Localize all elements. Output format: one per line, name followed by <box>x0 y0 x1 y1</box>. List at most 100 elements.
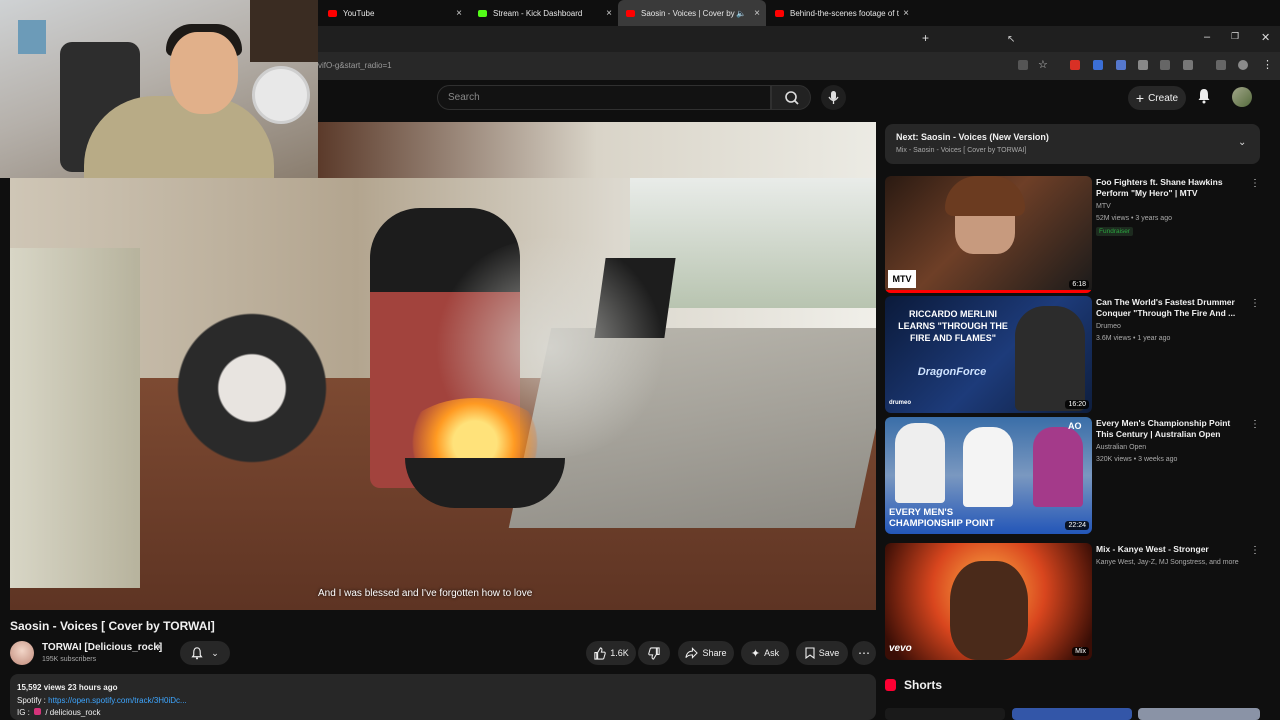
like-button[interactable]: 1.6K <box>586 641 636 665</box>
account-avatar[interactable] <box>1232 87 1252 107</box>
like-icon <box>594 646 606 660</box>
bookmark-star-icon[interactable]: ☆ <box>1038 58 1048 71</box>
close-tab-icon[interactable]: × <box>456 8 462 19</box>
video-player[interactable] <box>10 178 876 610</box>
ask-label: Ask <box>764 648 780 658</box>
dislike-button[interactable] <box>638 641 670 665</box>
wall-poster <box>18 20 46 54</box>
volume-extension-icon[interactable] <box>1138 60 1148 70</box>
channel-name[interactable]: TORWAI [Delicious_rock] <box>42 642 162 653</box>
search-button[interactable] <box>771 85 811 110</box>
more-actions-button[interactable]: ⋯ <box>852 641 876 665</box>
recommendation-channel[interactable]: Drumeo <box>1096 323 1121 330</box>
recommendation-item[interactable]: RICCARDO MERLINI LEARNS "THROUGH THE FIR… <box>885 296 1265 414</box>
new-tab-button[interactable]: + <box>922 31 929 45</box>
close-window-button[interactable]: ✕ <box>1261 31 1270 44</box>
share-button[interactable]: Share <box>678 641 734 665</box>
shorts-label: Shorts <box>904 678 943 692</box>
browser-menu-icon[interactable]: ⋮ <box>1262 58 1273 71</box>
more-icon[interactable]: ⋮ <box>1250 419 1260 430</box>
artist-face <box>950 561 1028 660</box>
maximize-button[interactable]: ❐ <box>1231 31 1239 42</box>
recommendation-item[interactable]: vevo Mix Mix - Kanye West - Stronger Kan… <box>885 543 1265 661</box>
tab-youtube[interactable]: YouTube × <box>320 0 468 26</box>
tab-saosin-voices[interactable]: Saosin - Voices | Cover by 🔈 × <box>618 0 766 26</box>
player-figure <box>895 423 945 503</box>
sparkle-icon: ✦ <box>750 647 761 660</box>
close-tab-icon[interactable]: × <box>754 8 760 19</box>
vevo-logo: vevo <box>889 643 912 654</box>
extensions-puzzle-icon[interactable] <box>1183 60 1193 70</box>
recommendation-item[interactable]: AO EVERY MEN'S CHAMPIONSHIP POINT 22:24 … <box>885 417 1265 535</box>
tab-title: Stream - Kick Dashboard <box>493 8 583 18</box>
short-thumbnail[interactable] <box>1012 708 1132 720</box>
install-app-icon[interactable] <box>1018 60 1028 70</box>
video-thumbnail[interactable]: RICCARDO MERLINI LEARNS "THROUGH THE FIR… <box>885 296 1092 413</box>
player-figure <box>963 427 1013 507</box>
instagram-icon <box>34 708 42 715</box>
recommendation-title: Foo Fighters ft. Shane Hawkins Perform "… <box>1096 177 1223 198</box>
mic-icon <box>828 91 839 104</box>
drumeo-logo: drumeo <box>889 400 912 406</box>
more-icon[interactable]: ⋮ <box>1250 178 1260 189</box>
gmail-extension-icon[interactable] <box>1070 60 1080 70</box>
video-frame-top <box>318 122 876 178</box>
video-duration: 6:18 <box>1069 280 1089 289</box>
more-icon[interactable]: ⋮ <box>1250 545 1260 556</box>
create-button[interactable]: + Create <box>1128 86 1186 110</box>
video-thumbnail[interactable]: AO EVERY MEN'S CHAMPIONSHIP POINT 22:24 <box>885 417 1092 534</box>
close-tab-icon[interactable]: × <box>606 8 612 19</box>
mix-badge: Mix <box>1072 647 1089 656</box>
more-icon[interactable]: ⋮ <box>1250 298 1260 309</box>
subscriber-count: 195K subscribers <box>42 656 97 663</box>
chevron-down-icon[interactable]: ⌄ <box>1238 137 1246 148</box>
video-duration: 16:20 <box>1065 400 1089 409</box>
short-thumbnail[interactable] <box>885 708 1005 720</box>
mtv-logo: MTV <box>888 270 916 288</box>
recommendation-channel[interactable]: MTV <box>1096 203 1111 210</box>
notifications-button[interactable] <box>1197 88 1211 107</box>
extension-icon[interactable] <box>1116 60 1126 70</box>
ig-handle[interactable]: / delicious_rock <box>45 708 100 717</box>
save-label: Save <box>818 648 840 658</box>
verified-icon: ● <box>157 642 162 651</box>
voice-search-button[interactable] <box>821 85 846 110</box>
video-title: Saosin - Voices [ Cover by TORWAI] <box>10 619 215 633</box>
player-figure <box>1033 427 1083 507</box>
spotify-link[interactable]: https://open.spotify.com/track/3H0iDc... <box>48 696 187 705</box>
extension-icon[interactable] <box>1160 60 1170 70</box>
audio-playing-icon[interactable]: 🔈 <box>736 9 746 18</box>
ask-button[interactable]: ✦ Ask <box>741 641 789 665</box>
save-button[interactable]: Save <box>796 641 848 665</box>
up-next-panel[interactable] <box>885 124 1260 164</box>
kick-favicon-icon <box>478 9 487 17</box>
short-thumbnail[interactable] <box>1138 708 1260 720</box>
url-text[interactable]: vifO-g&start_radio=1 <box>318 61 392 70</box>
recommendation-channel[interactable]: Australian Open <box>1096 444 1146 451</box>
recommendation-title: Mix - Kanye West - Stronger <box>1096 544 1209 554</box>
tab-title: Behind-the-scenes footage of t <box>790 8 899 18</box>
profile-icon[interactable] <box>1238 60 1248 70</box>
drummer-hair <box>945 176 1025 216</box>
desk-fan <box>252 66 310 124</box>
tab-kick-dashboard[interactable]: Stream - Kick Dashboard × <box>470 0 618 26</box>
search-placeholder: Search <box>448 92 480 103</box>
spotify-label: Spotify : <box>17 696 46 705</box>
video-thumbnail[interactable]: MTV 6:18 <box>885 176 1092 293</box>
media-control-icon[interactable] <box>1216 60 1226 70</box>
dragonforce-logo: DragonForce <box>917 366 987 378</box>
views-and-date: 15,592 views 23 hours ago <box>17 683 118 692</box>
close-tab-icon[interactable]: × <box>903 8 909 19</box>
recommendation-meta: 3.6M views • 1 year ago <box>1096 335 1171 342</box>
search-input[interactable]: Search <box>437 85 771 110</box>
channel-avatar[interactable] <box>10 641 34 665</box>
video-thumbnail[interactable]: vevo Mix <box>885 543 1092 660</box>
recommendation-item[interactable]: MTV 6:18 Foo Fighters ft. Shane Hawkins … <box>885 176 1265 294</box>
share-label: Share <box>702 648 727 658</box>
extension-icon[interactable] <box>1093 60 1103 70</box>
tab-behind-the-scenes[interactable]: Behind-the-scenes footage of t × <box>767 0 915 26</box>
shelf <box>250 0 318 62</box>
subscribed-notifications-button[interactable]: ⌄ <box>180 641 230 665</box>
minimize-button[interactable]: – <box>1204 31 1210 43</box>
cursor-icon: ↖ <box>1007 34 1016 45</box>
